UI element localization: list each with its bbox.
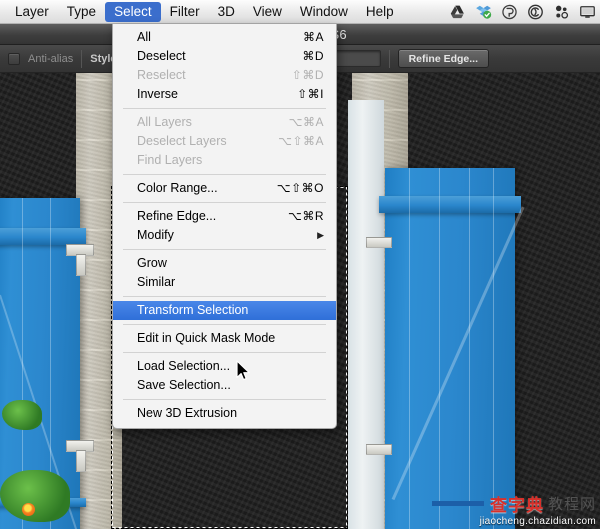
menu-item-transform-selection[interactable]: Transform Selection — [113, 301, 336, 320]
bittorrent-icon[interactable] — [501, 4, 518, 20]
menu-divider — [123, 249, 326, 250]
menu-divider — [123, 174, 326, 175]
shutter-hinge-lower-left-pin — [76, 450, 86, 472]
menu-3d[interactable]: 3D — [209, 2, 244, 22]
shutter-hinge-lower-right — [366, 444, 392, 455]
menu-divider — [123, 202, 326, 203]
menu-item-color-range[interactable]: Color Range... ⌥⇧⌘O — [113, 179, 336, 198]
menu-item-shortcut: ⌥⇧⌘O — [276, 181, 324, 195]
submenu-arrow-icon: ▶ — [317, 230, 324, 240]
display-icon[interactable] — [579, 4, 596, 20]
menu-item-shortcut: ⌘A — [302, 30, 324, 44]
menu-item-all-layers: All Layers ⌥⌘A — [113, 113, 336, 132]
menu-item-label: Load Selection... — [137, 359, 231, 373]
select-dropdown-menu[interactable]: All ⌘A Deselect ⌘D Reselect ⇧⌘D Inverse ⇧⌘I All … — [112, 24, 337, 429]
dropbox-icon[interactable] — [475, 4, 492, 20]
shutter-right — [379, 168, 525, 529]
menu-item-find-layers: Find Layers — [113, 151, 336, 170]
menu-item-label: Color Range... — [137, 181, 218, 195]
options-bar-divider-1 — [81, 49, 83, 68]
menu-item-label: Deselect — [137, 49, 186, 63]
menu-item-load-selection[interactable]: Load Selection... — [113, 357, 336, 376]
menu-item-label: Find Layers — [137, 153, 203, 167]
menu-item-label: Deselect Layers — [137, 134, 227, 148]
options-bar-divider-2 — [388, 49, 390, 68]
menu-item-refine-edge[interactable]: Refine Edge... ⌥⌘R — [113, 207, 336, 226]
menu-item-label: Save Selection... — [137, 378, 231, 392]
menu-divider — [123, 108, 326, 109]
menu-item-shortcut: ⇧⌘I — [297, 87, 324, 101]
menu-item-edit-in-quick-mask-mode[interactable]: Edit in Quick Mask Mode — [113, 329, 336, 348]
window-glass — [348, 100, 384, 529]
menu-item-label: Inverse — [137, 87, 178, 101]
mouse-cursor — [236, 360, 250, 381]
menu-item-inverse[interactable]: Inverse ⇧⌘I — [113, 85, 336, 104]
shutter-hinge-upper-left-pin — [76, 254, 86, 276]
menu-divider — [123, 296, 326, 297]
menu-item-label: Refine Edge... — [137, 209, 217, 223]
bluetooth-devices-icon[interactable] — [553, 4, 570, 20]
menu-item-label: Similar — [137, 275, 176, 289]
menu-item-label: Transform Selection — [137, 303, 249, 317]
menu-view[interactable]: View — [244, 2, 291, 22]
menu-help[interactable]: Help — [357, 2, 403, 22]
menu-select[interactable]: Select — [105, 1, 161, 22]
menu-item-label: All Layers — [137, 115, 192, 129]
photoshop-window: Photoshop CS6 Anti-alias Style: ght: Ref… — [0, 0, 600, 529]
menu-layer[interactable]: Layer — [6, 2, 58, 22]
menu-item-label: Edit in Quick Mask Mode — [137, 331, 276, 345]
menu-item-new-3d-extrusion[interactable]: New 3D Extrusion — [113, 404, 336, 423]
menu-item-shortcut: ⌥⌘R — [288, 209, 324, 223]
creative-cloud-icon[interactable] — [527, 4, 544, 20]
menu-item-shortcut: ⌥⌘A — [288, 115, 324, 129]
menu-item-shortcut: ⌥⇧⌘A — [278, 134, 324, 148]
menu-item-grow[interactable]: Grow — [113, 254, 336, 273]
menu-filter[interactable]: Filter — [161, 2, 209, 22]
menu-item-save-selection[interactable]: Save Selection... — [113, 376, 336, 395]
menu-item-label: Modify — [137, 228, 174, 242]
menu-item-shortcut: ⌘D — [302, 49, 324, 63]
foliage-upper — [2, 400, 42, 430]
nasturtium-flower — [22, 503, 35, 516]
menu-item-label: Reselect — [137, 68, 186, 82]
menu-item-similar[interactable]: Similar — [113, 273, 336, 292]
menu-item-all[interactable]: All ⌘A — [113, 28, 336, 47]
shutter-right-rail — [379, 196, 521, 213]
menu-item-shortcut: ⇧⌘D — [291, 68, 324, 82]
menu-bar: Layer Type Select Filter 3D View Window … — [0, 0, 600, 24]
menu-item-label: Grow — [137, 256, 167, 270]
menu-item-deselect-layers: Deselect Layers ⌥⇧⌘A — [113, 132, 336, 151]
menu-item-label: New 3D Extrusion — [137, 406, 238, 420]
menu-item-modify[interactable]: Modify ▶ — [113, 226, 336, 245]
menu-divider — [123, 352, 326, 353]
menu-item-reselect: Reselect ⇧⌘D — [113, 66, 336, 85]
anti-alias-checkbox[interactable] — [8, 52, 20, 65]
menu-type[interactable]: Type — [58, 2, 105, 22]
menu-divider — [123, 399, 326, 400]
menu-bar-tray — [449, 4, 600, 20]
refine-edge-button[interactable]: Refine Edge... — [397, 49, 489, 68]
menu-window[interactable]: Window — [291, 2, 357, 22]
google-drive-icon[interactable] — [449, 4, 466, 20]
shutter-hinge-upper-right — [366, 237, 392, 248]
menu-item-label: All — [137, 30, 151, 44]
menu-item-deselect[interactable]: Deselect ⌘D — [113, 47, 336, 66]
anti-alias-label: Anti-alias — [28, 52, 74, 65]
shutter-left-rail — [0, 228, 86, 245]
menu-divider — [123, 324, 326, 325]
